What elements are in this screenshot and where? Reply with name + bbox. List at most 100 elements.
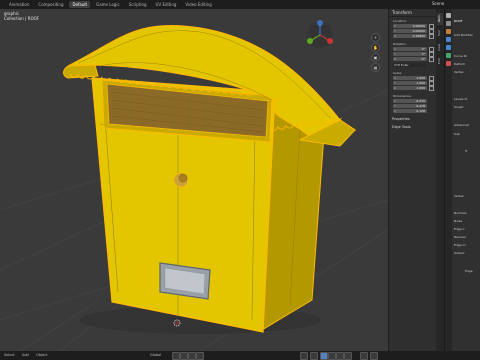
dimension-x-field[interactable]: X 0.370: [393, 99, 427, 103]
physics-icon[interactable]: [446, 53, 451, 58]
rotation-z-axis: Z: [394, 57, 397, 61]
modifier-label: Recover: [454, 235, 467, 239]
tab-edit[interactable]: Edit: [437, 55, 443, 67]
dimension-z-value: 0.128: [416, 109, 425, 113]
workspace-tabs: Animation Compositing Default Game Logic…: [0, 1, 215, 8]
status-bar: Select Add Object Global: [0, 351, 480, 360]
tab-default[interactable]: Default: [69, 1, 91, 8]
modifier-label: Edge C: [454, 227, 465, 231]
sidebar-tabs: Item Tool View Edit: [436, 9, 444, 351]
modifier-label: Sculpt: [454, 105, 464, 109]
properties-tab-strip: [445, 9, 452, 351]
location-x-field[interactable]: X 0.00000: [393, 24, 427, 28]
material-icon[interactable]: [446, 61, 451, 66]
shading-rendered-icon[interactable]: [336, 352, 344, 360]
scene-label[interactable]: Scene: [432, 1, 444, 6]
transform-orientation-select[interactable]: Global: [150, 353, 161, 357]
overlay-icon[interactable]: [300, 352, 308, 360]
transform-panel-header[interactable]: Transform: [389, 9, 437, 17]
3d-viewport[interactable]: graphic Collection | ROOF + ✋ ▣ ▦: [0, 9, 388, 351]
grid-icon[interactable]: ▦: [371, 63, 380, 72]
zoom-icon[interactable]: +: [371, 33, 380, 42]
camera-icon[interactable]: ▣: [371, 53, 380, 62]
object-icon[interactable]: [446, 29, 451, 34]
scale-x-field[interactable]: X 1.000: [393, 76, 427, 80]
sidebar-n-panel: Transform Location: X 0.00000 Y 0.00000 Z 0…: [388, 9, 437, 351]
scale-z-axis: Z: [394, 86, 397, 90]
modifier-label: Edge: [465, 269, 473, 273]
modifier-label: Vertex: [454, 70, 464, 74]
shading-solid-icon[interactable]: [320, 352, 328, 360]
dimension-y-value: 0.278: [416, 104, 425, 108]
rotation-x-axis: X: [394, 47, 397, 51]
location-x-axis: X: [394, 24, 397, 28]
rotation-z-value: 0°: [421, 57, 425, 61]
rotation-z-field[interactable]: Z 0°: [393, 57, 427, 61]
lock-icon[interactable]: [429, 57, 434, 62]
rotation-x-field[interactable]: X 0°: [393, 47, 427, 51]
properties-section-header[interactable]: Properties: [392, 117, 410, 121]
modifier-label: Levels Vi: [454, 97, 468, 101]
lock-icon[interactable]: [429, 86, 434, 91]
scale-y-value: 1.000: [416, 81, 425, 85]
tab-item[interactable]: Item: [437, 13, 443, 25]
location-y-field[interactable]: Y 0.00000: [393, 29, 427, 33]
rotation-x-value: 0°: [421, 47, 425, 51]
xray-icon[interactable]: [310, 352, 318, 360]
modifier-label: Edge Cr: [454, 243, 466, 247]
scale-y-field[interactable]: Y 1.000: [393, 81, 427, 85]
navigation-gizmo[interactable]: [302, 19, 338, 59]
render-icon[interactable]: [446, 21, 451, 26]
modifier-label: Tr: [465, 149, 468, 153]
add-menu[interactable]: Add: [22, 353, 29, 357]
dimension-z-field[interactable]: Z 0.128: [393, 109, 427, 113]
dimension-x-axis: X: [394, 99, 397, 103]
location-z-axis: Z: [394, 34, 397, 38]
tab-game-logic[interactable]: Game Logic: [93, 1, 123, 8]
wrench-icon[interactable]: [446, 37, 451, 42]
pivot-icon[interactable]: [172, 352, 180, 360]
scale-y-axis: Y: [394, 81, 396, 85]
properties-editor: ROOF Add Modifier Curve Dr Deform Vertex…: [444, 9, 480, 351]
dimension-y-field[interactable]: Y 0.278: [393, 104, 427, 108]
location-x-value: 0.00000: [412, 24, 425, 28]
tab-view[interactable]: View: [437, 41, 443, 53]
tab-tool[interactable]: Tool: [437, 27, 443, 39]
tab-video-editing[interactable]: Video Editing: [182, 1, 214, 8]
scale-z-field[interactable]: Z 1.000: [393, 86, 427, 90]
tab-uv-editing[interactable]: UV Editing: [153, 1, 180, 8]
tab-animation[interactable]: Animation: [6, 1, 32, 8]
rotation-y-field[interactable]: Y 0°: [393, 52, 427, 56]
proportional-edit-icon[interactable]: [188, 352, 196, 360]
collection-path: Collection | ROOF: [4, 16, 40, 21]
rotation-mode-select[interactable]: XYZ Euler: [393, 63, 427, 67]
tab-compositing[interactable]: Compositing: [35, 1, 66, 8]
lock-icon[interactable]: [429, 34, 434, 39]
location-label: Location:: [393, 19, 407, 23]
dimension-z-axis: Z: [394, 109, 397, 113]
modifier-label: Output: [454, 251, 465, 255]
advanced-section[interactable]: Advanced: [454, 123, 469, 127]
snap-icon[interactable]: [180, 352, 188, 360]
tab-scripting[interactable]: Scripting: [126, 1, 150, 8]
top-bar: Animation Compositing Default Game Logic…: [0, 0, 480, 9]
shading-wireframe-icon[interactable]: [344, 352, 352, 360]
shading-material-icon[interactable]: [328, 352, 336, 360]
rotation-label: Rotation:: [393, 42, 407, 46]
tool-icon[interactable]: [446, 13, 451, 18]
edge-tools-section-header[interactable]: Edge Tools: [392, 125, 411, 129]
select-mode-label: Select: [4, 353, 15, 357]
location-y-axis: Y: [394, 29, 396, 33]
pan-hand-icon[interactable]: ✋: [371, 43, 380, 52]
falloff-icon[interactable]: [196, 352, 204, 360]
location-z-value: 0.34800: [412, 34, 425, 38]
object-name[interactable]: ROOF: [454, 19, 463, 23]
add-modifier-button[interactable]: Add Modifier: [454, 33, 473, 37]
particles-icon[interactable]: [446, 45, 451, 50]
location-z-field[interactable]: Z 0.34800: [393, 34, 427, 38]
object-menu[interactable]: Object: [36, 353, 47, 357]
gizmo-toggle-icon[interactable]: [370, 352, 378, 360]
visibility-icon[interactable]: [360, 352, 368, 360]
scale-label: Scale:: [393, 71, 403, 75]
scale-z-value: 1.000: [416, 86, 425, 90]
